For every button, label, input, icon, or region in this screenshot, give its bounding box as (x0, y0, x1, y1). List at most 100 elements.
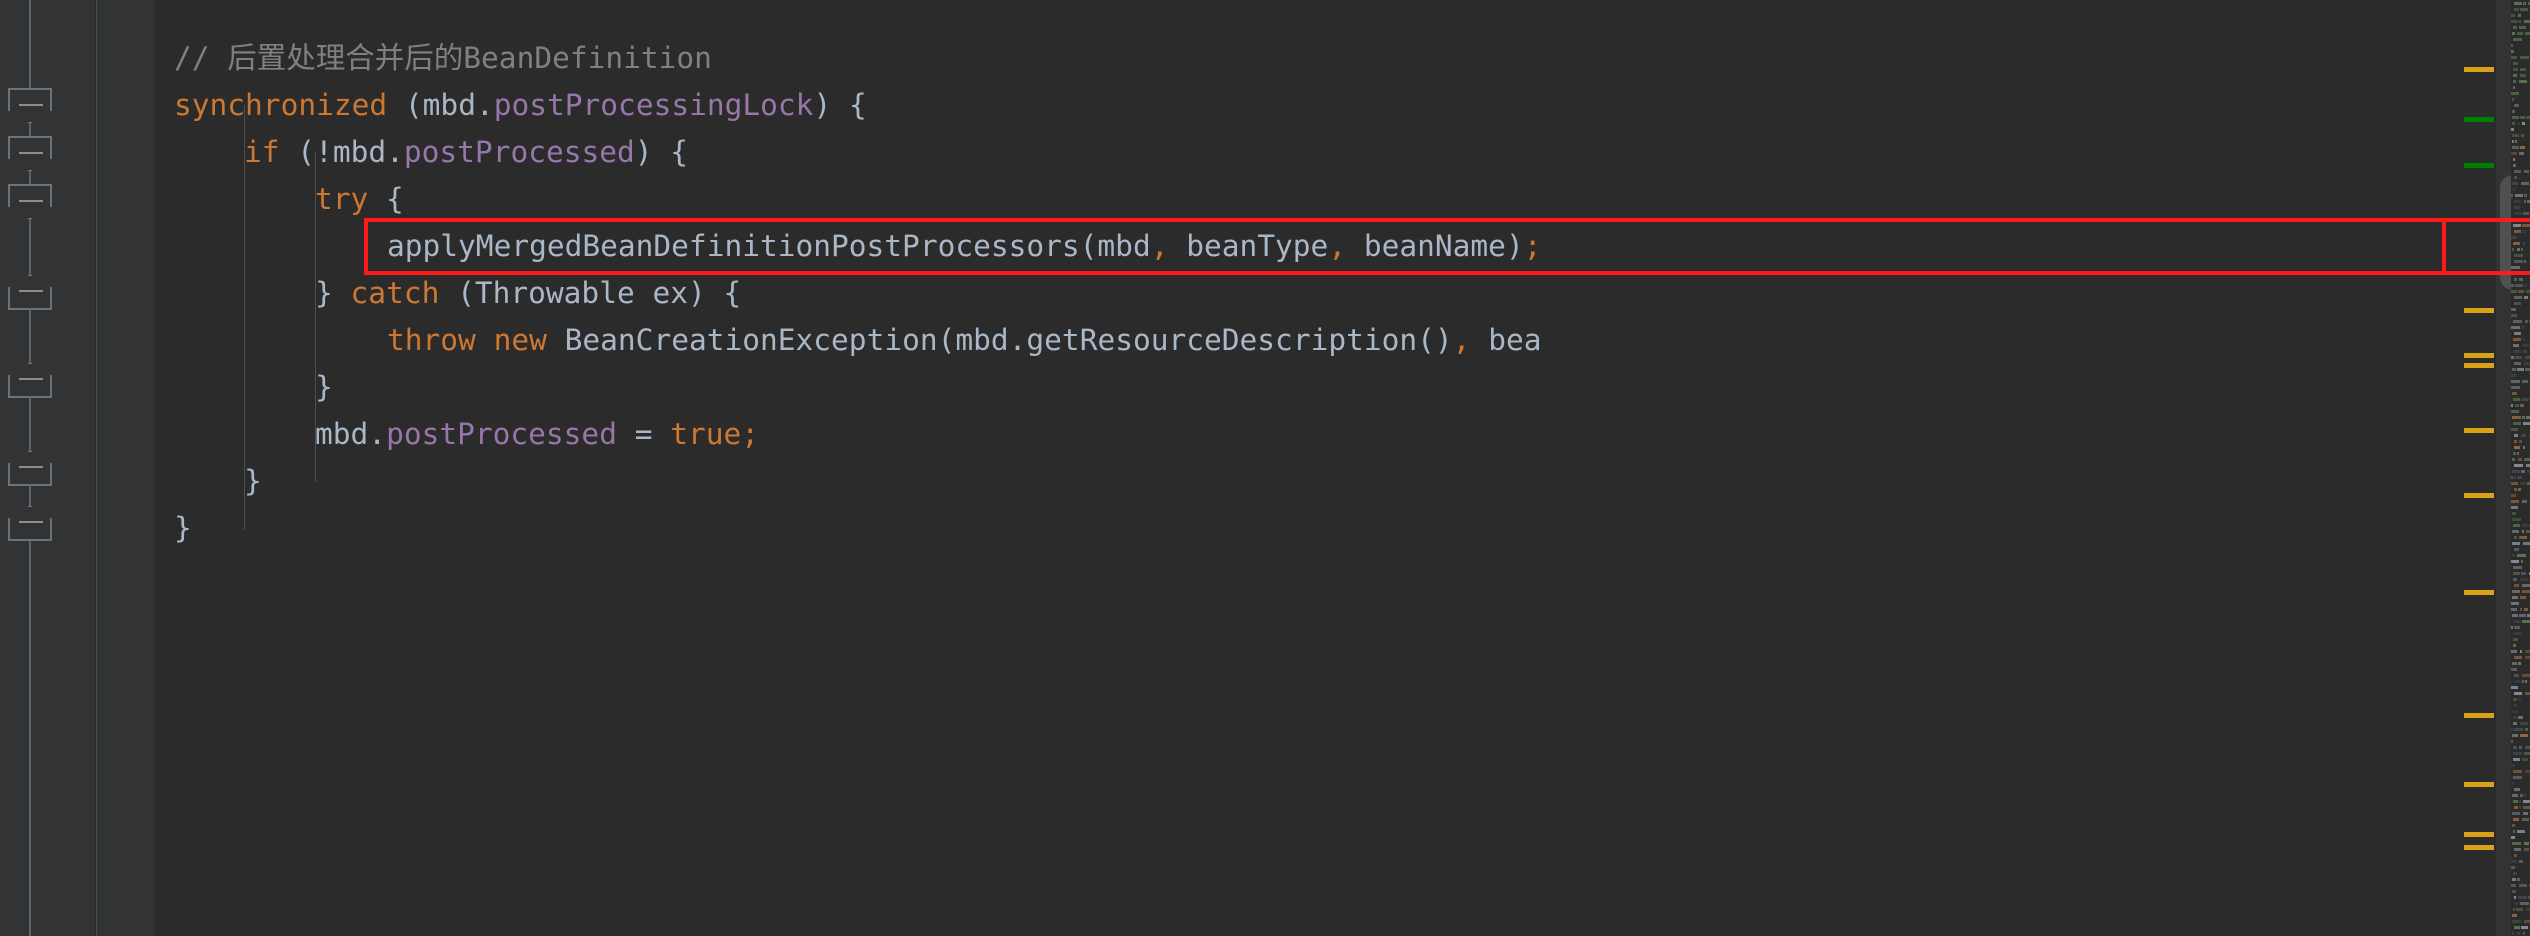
minimap-code-line (2522, 674, 2530, 677)
minimap-code-line (2513, 188, 2515, 191)
minimap-code-line (2513, 74, 2517, 77)
code-line[interactable]: throw new BeanCreationException(mbd.getR… (156, 317, 1541, 364)
code-token-keyword: ; (1523, 229, 1542, 263)
code-analysis-marker-yellow[interactable] (2464, 428, 2494, 433)
minimap-code-line (2511, 476, 2513, 479)
minimap-code-line (2517, 830, 2525, 833)
code-analysis-marker-yellow[interactable] (2464, 713, 2494, 718)
minimap-code-line (2511, 686, 2518, 689)
minimap-code-line (2512, 614, 2518, 617)
minimap-code-line (2520, 722, 2528, 725)
minimap-code-line (2519, 860, 2523, 863)
fold-marker-up[interactable] (8, 450, 52, 486)
fold-marker-up[interactable] (8, 274, 52, 310)
minimap-code-line (2514, 902, 2519, 905)
minimap-code-line (2521, 326, 2525, 329)
code-line[interactable]: } (156, 505, 192, 552)
minimap-code-line (2513, 722, 2517, 725)
minimap-code-line (2514, 446, 2520, 449)
code-analysis-marker-yellow[interactable] (2464, 67, 2494, 72)
minimap-code-line (2520, 794, 2523, 797)
code-line[interactable]: // 后置处理合并后的BeanDefinition (156, 35, 712, 82)
code-line[interactable]: synchronized (mbd.postProcessingLock) { (156, 82, 867, 129)
code-analysis-marker-yellow[interactable] (2464, 308, 2494, 313)
minimap-code-line (2522, 524, 2528, 527)
code-analysis-marker-yellow[interactable] (2464, 590, 2494, 595)
minimap-code-line (2513, 26, 2517, 29)
code-analysis-marker-yellow[interactable] (2464, 845, 2494, 850)
minimap-code-line (2513, 566, 2522, 569)
minimap-code-line (2511, 740, 2513, 743)
fold-marker-down[interactable] (8, 136, 52, 172)
code-analysis-marker-yellow[interactable] (2464, 782, 2494, 787)
code-minimap[interactable] (2511, 0, 2530, 936)
code-analysis-marker-yellow[interactable] (2464, 832, 2494, 837)
minimap-code-line (2522, 818, 2529, 821)
minimap-code-line (2523, 422, 2530, 425)
code-line[interactable]: applyMergedBeanDefinitionPostProcessors(… (156, 223, 1541, 270)
minimap-code-line (2512, 98, 2514, 101)
fold-marker-up[interactable] (8, 505, 52, 541)
minimap-code-line (2525, 680, 2527, 683)
minimap-code-line (2513, 908, 2515, 911)
minimap-code-line (2513, 776, 2522, 779)
code-line[interactable]: if (!mbd.postProcessed) { (156, 129, 688, 176)
code-analysis-marker-green[interactable] (2464, 163, 2494, 168)
code-token-punct: ( (387, 88, 423, 122)
code-analysis-marker-yellow[interactable] (2464, 493, 2494, 498)
code-token-punct: } (174, 511, 192, 545)
minimap-code-line (2511, 284, 2514, 287)
minimap-code-line (2523, 212, 2529, 215)
minimap-code-line (2520, 74, 2526, 77)
minimap-code-line (2517, 32, 2523, 35)
minimap-code-line (2514, 488, 2517, 491)
minimap-code-line (2514, 434, 2518, 437)
code-token-identifier: bea (1470, 323, 1542, 357)
code-line[interactable]: mbd.postProcessed = true; (156, 411, 759, 458)
minimap-code-line (2520, 608, 2522, 611)
minimap-code-line (2511, 194, 2513, 197)
fold-marker-dash-icon (19, 378, 43, 380)
minimap-code-line (2515, 284, 2523, 287)
minimap-code-line (2511, 602, 2519, 605)
code-line[interactable]: } (156, 364, 333, 411)
minimap-code-line (2513, 770, 2522, 773)
minimap-code-line (2522, 758, 2528, 761)
minimap-code-line (2511, 14, 2515, 17)
fold-marker-up[interactable] (8, 362, 52, 398)
code-text-area[interactable]: // 后置处理合并后的BeanDefinition synchronized (m… (156, 0, 2456, 936)
minimap-code-line (2512, 824, 2515, 827)
code-analysis-marker-green[interactable] (2464, 117, 2494, 122)
minimap-code-line (2525, 356, 2530, 359)
code-line[interactable]: } catch (Throwable ex) { (156, 270, 741, 317)
code-analysis-marker-yellow[interactable] (2464, 353, 2494, 358)
fold-marker-down[interactable] (8, 88, 52, 124)
code-line[interactable]: try { (156, 176, 404, 223)
minimap-code-line (2519, 278, 2523, 281)
fold-marker-down[interactable] (8, 184, 52, 220)
editor-gutter-inner (96, 0, 155, 936)
minimap-code-line (2515, 140, 2517, 143)
minimap-code-line (2519, 20, 2521, 23)
minimap-code-line (2519, 884, 2527, 887)
minimap-code-line (2514, 464, 2523, 467)
code-token-field: postProcessingLock (493, 88, 814, 122)
minimap-code-line (2524, 284, 2527, 287)
minimap-code-line (2523, 446, 2525, 449)
error-marker-strip[interactable] (2456, 0, 2498, 936)
minimap-code-line (2524, 362, 2530, 365)
minimap-code-line (2511, 506, 2518, 509)
code-token-punct: = (616, 417, 671, 451)
code-analysis-marker-yellow[interactable] (2464, 363, 2494, 368)
minimap-code-line (2526, 530, 2530, 533)
code-line[interactable]: } (156, 458, 262, 505)
minimap-code-line (2511, 380, 2520, 383)
minimap-code-line (2519, 536, 2527, 539)
fold-marker-dash-icon (19, 104, 43, 106)
minimap-code-line (2514, 104, 2519, 107)
minimap-code-line (2514, 680, 2521, 683)
minimap-code-line (2525, 320, 2528, 323)
minimap-code-line (2520, 650, 2522, 653)
minimap-code-line (2511, 356, 2514, 359)
minimap-code-line (2513, 758, 2520, 761)
